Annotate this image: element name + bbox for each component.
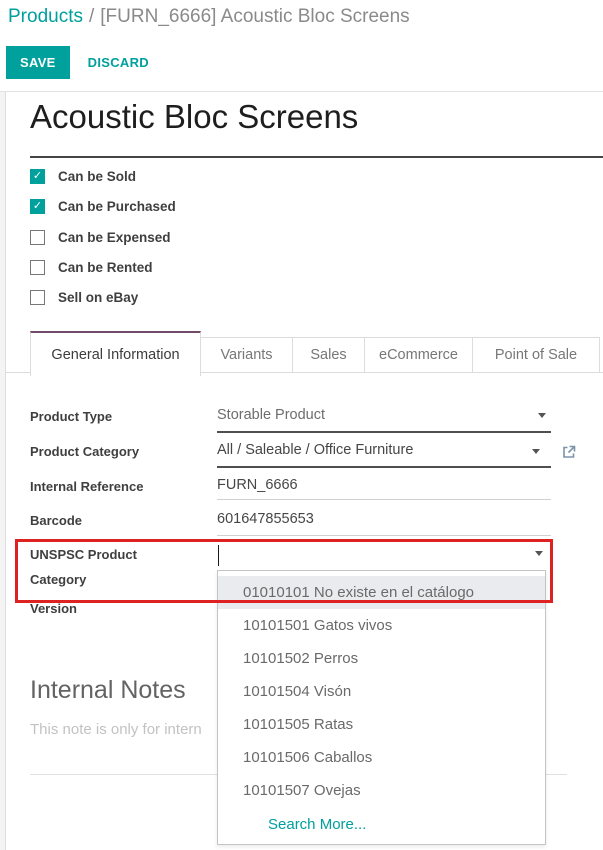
save-button[interactable]: SAVE (6, 46, 70, 79)
search-more-link[interactable]: Search More... (218, 807, 545, 842)
toolbar: SAVE DISCARD (6, 46, 163, 79)
checkbox-box[interactable]: ✓ (30, 290, 45, 305)
dropdown-item[interactable]: 10101502 Perros (218, 642, 545, 675)
checkbox-can-be-rented[interactable]: ✓ Can be Rented (30, 260, 153, 275)
product-title-underline (30, 156, 603, 158)
product-category-label: Product Category (30, 444, 139, 459)
breadcrumb: Products/[FURN_6666] Acoustic Bloc Scree… (8, 6, 410, 28)
breadcrumb-products-link[interactable]: Products (8, 6, 83, 27)
internal-reference-underline (217, 499, 551, 500)
checkbox-label: Can be Purchased (58, 199, 176, 214)
checkmark-icon: ✓ (33, 201, 42, 212)
checkbox-box[interactable]: ✓ (30, 169, 45, 184)
product-category-underline (217, 466, 551, 468)
product-title-input[interactable]: Acoustic Bloc Screens (30, 98, 358, 136)
checkbox-box[interactable]: ✓ (30, 230, 45, 245)
sheet-top-border (0, 91, 603, 92)
internal-notes-heading: Internal Notes (30, 676, 186, 705)
dropdown-item[interactable]: 10101504 Visón (218, 675, 545, 708)
text-cursor (218, 545, 219, 566)
internal-notes-textarea[interactable]: This note is only for intern (30, 721, 202, 738)
dropdown-item[interactable]: 10101507 Ovejas (218, 774, 545, 807)
product-category-input[interactable]: All / Saleable / Office Furniture (217, 442, 413, 458)
chevron-down-icon[interactable] (532, 449, 540, 454)
checkbox-can-be-purchased[interactable]: ✓ Can be Purchased (30, 199, 176, 214)
barcode-underline (217, 535, 551, 536)
sheet-left-margin (0, 92, 6, 850)
dropdown-item[interactable]: 10101505 Ratas (218, 708, 545, 741)
checkbox-label: Can be Rented (58, 260, 153, 275)
checkmark-icon: ✓ (33, 171, 42, 182)
product-type-select[interactable]: Storable Product (217, 407, 325, 423)
dropdown-item[interactable]: 10101501 Gatos vivos (218, 609, 545, 642)
product-form-page: Products/[FURN_6666] Acoustic Bloc Scree… (0, 0, 603, 850)
checkbox-label: Sell on eBay (58, 290, 138, 305)
product-type-underline (217, 431, 551, 433)
tab-variants[interactable]: Variants (201, 337, 293, 372)
external-link-icon[interactable] (561, 444, 577, 465)
unspsc-category-label-line1: UNSPSC Product (30, 547, 137, 562)
product-type-label: Product Type (30, 409, 112, 424)
checkbox-box[interactable]: ✓ (30, 260, 45, 275)
checkbox-label: Can be Sold (58, 169, 136, 184)
dropdown-item[interactable]: 10101506 Caballos (218, 741, 545, 774)
breadcrumb-separator: / (83, 6, 100, 27)
tab-general-information[interactable]: General Information (30, 331, 201, 376)
dropdown-item[interactable]: 01010101 No existe en el catálogo (218, 576, 545, 609)
internal-reference-label: Internal Reference (30, 479, 143, 494)
tab-ecommerce[interactable]: eCommerce (365, 337, 473, 372)
barcode-input[interactable]: 601647855653 (217, 511, 314, 527)
discard-button[interactable]: DISCARD (74, 46, 163, 79)
unspsc-autocomplete-dropdown: 01010101 No existe en el catálogo 101015… (217, 570, 546, 845)
checkbox-can-be-sold[interactable]: ✓ Can be Sold (30, 169, 136, 184)
barcode-label: Barcode (30, 513, 82, 528)
checkbox-label: Can be Expensed (58, 230, 171, 245)
internal-reference-input[interactable]: FURN_6666 (217, 477, 298, 493)
breadcrumb-current: [FURN_6666] Acoustic Bloc Screens (100, 6, 409, 27)
chevron-down-icon[interactable] (535, 551, 543, 556)
chevron-down-icon[interactable] (538, 413, 546, 418)
checkbox-box[interactable]: ✓ (30, 199, 45, 214)
checkbox-can-be-expensed[interactable]: ✓ Can be Expensed (30, 230, 171, 245)
version-label: Version (30, 601, 77, 616)
checkbox-sell-on-ebay[interactable]: ✓ Sell on eBay (30, 290, 138, 305)
unspsc-category-label-line2: Category (30, 572, 86, 587)
tab-sales[interactable]: Sales (293, 337, 365, 372)
tab-point-of-sale[interactable]: Point of Sale (473, 337, 600, 372)
